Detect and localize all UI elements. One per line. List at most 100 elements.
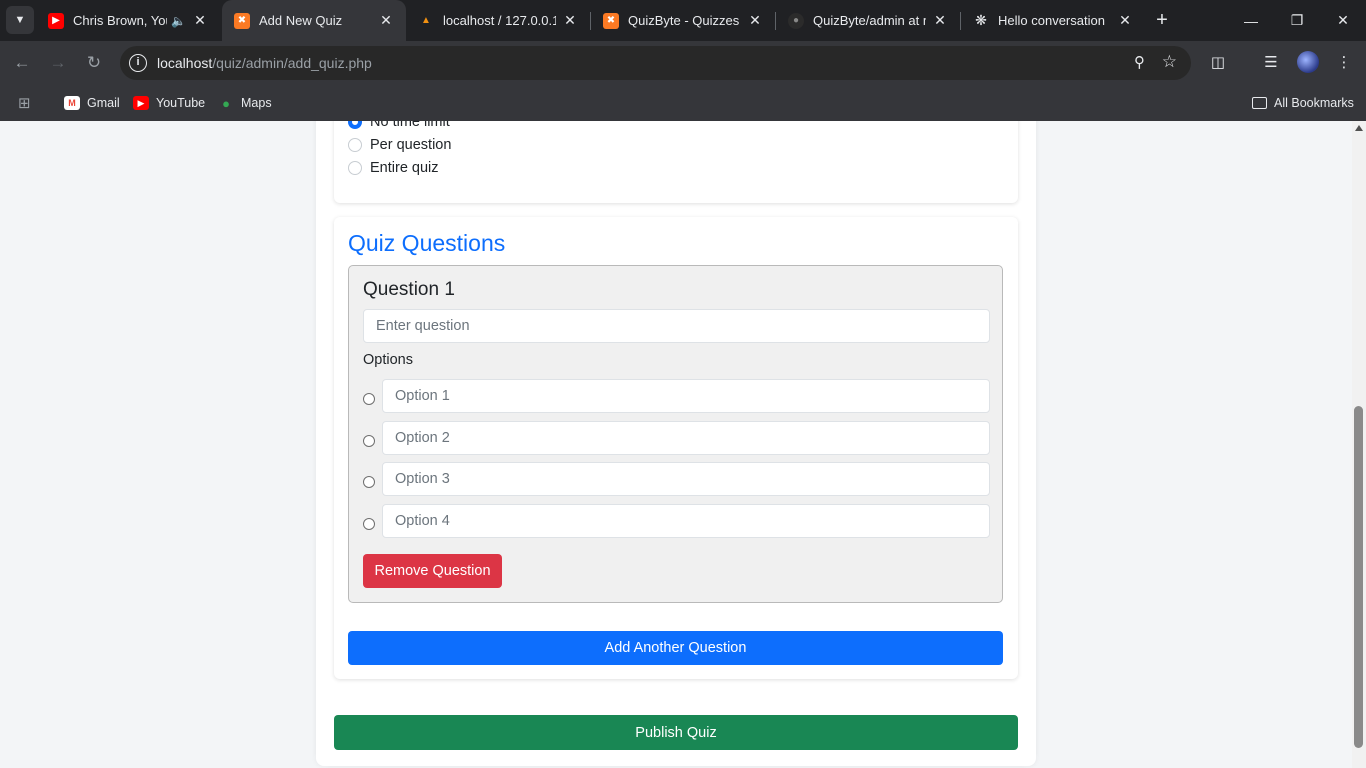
option-placeholder: Option 1 [395,388,450,404]
maps-icon: ● [222,95,230,111]
minimize-button[interactable]: — [1228,0,1274,41]
minimize-icon: — [1244,12,1258,29]
reload-button[interactable]: ↻ [82,51,106,75]
all-bookmarks-label: All Bookmarks [1274,96,1354,110]
radio-no-time-limit[interactable]: No time limit [348,121,450,130]
forward-button[interactable]: → [46,51,70,75]
radio-button[interactable] [348,138,362,152]
tab-title: Chris Brown, Your [73,13,168,28]
time-limit-card: No time limit Per question Entire quiz [334,121,1018,203]
extensions-icon[interactable]: ◫ [1206,51,1230,75]
radio-label: Per question [370,137,452,153]
phpmyadmin-icon: ▲ [421,15,431,26]
site-info-icon[interactable]: i [129,54,147,72]
radio-label: No time limit [370,121,450,130]
bookmark-label: Gmail [87,96,120,110]
bookmark-star-icon[interactable]: ☆ [1162,52,1177,72]
option-placeholder: Option 2 [395,430,450,446]
question-input[interactable]: Enter question [363,309,990,343]
restore-button[interactable]: ❐ [1274,0,1320,41]
back-button[interactable]: ← [10,51,34,75]
bookmark-gmail[interactable]: M Gmail [64,93,120,113]
tab-github[interactable]: ● QuizByte/admin at m ✕ [776,0,960,41]
publish-quiz-button[interactable]: Publish Quiz [334,715,1018,750]
youtube-icon: ▶ [48,12,64,29]
option-3-radio[interactable] [363,476,375,488]
folder-icon [1252,97,1267,109]
tab-chatgpt[interactable]: ❋ Hello conversation ✕ [961,0,1145,41]
close-window-button[interactable]: ✕ [1320,0,1366,41]
address-bar[interactable]: i localhost/quiz/admin/add_quiz.php ⚲ ☆ [120,46,1191,80]
close-tab-icon[interactable]: ✕ [192,12,208,29]
option-placeholder: Option 4 [395,513,450,529]
close-tab-icon[interactable]: ✕ [378,12,394,29]
tab-strip: ▼ ▶ Chris Brown, Your 🔈 ✕ ✖ Add New Quiz… [0,0,1366,41]
tab-title: Hello conversation [998,13,1105,28]
chatgpt-icon: ❋ [975,12,987,28]
zoom-icon[interactable]: ⚲ [1134,53,1145,71]
page-scrollbar[interactable] [1352,121,1366,768]
radio-button[interactable] [348,161,362,175]
gmail-icon: M [64,96,80,110]
bookmark-label: Maps [241,96,272,110]
quiz-questions-card: Quiz Questions Question 1 Enter question… [334,217,1018,679]
restore-icon: ❐ [1290,12,1304,28]
close-tab-icon[interactable]: ✕ [747,12,763,29]
bookmark-maps[interactable]: ● Maps [218,93,272,113]
page-viewport: No time limit Per question Entire quiz Q… [0,121,1352,768]
xampp-icon: ✖ [603,12,619,29]
option-2-input[interactable]: Option 2 [382,421,990,455]
reload-icon: ↻ [86,53,102,72]
quiz-form-container: No time limit Per question Entire quiz Q… [316,121,1036,766]
close-tab-icon[interactable]: ✕ [562,12,578,29]
tab-title: localhost / 127.0.0.1 / [443,13,556,28]
question-block: Question 1 Enter question Options Option… [348,265,1003,603]
scroll-up-arrow-icon[interactable] [1355,125,1363,131]
media-control-icon[interactable]: ☰ [1259,51,1283,75]
tab-add-new-quiz[interactable]: ✖ Add New Quiz ✕ [222,0,406,41]
option-1-radio[interactable] [363,393,375,405]
remove-question-button[interactable]: Remove Question [363,554,502,588]
profile-avatar[interactable] [1297,51,1319,73]
url-text[interactable]: localhost/quiz/admin/add_quiz.php [157,55,372,71]
radio-per-question[interactable]: Per question [348,137,451,153]
option-1-input[interactable]: Option 1 [382,379,990,413]
all-bookmarks-button[interactable]: All Bookmarks [1252,93,1354,113]
speaker-icon[interactable]: 🔈 [171,14,186,28]
plus-icon: + [1156,9,1168,31]
option-4-input[interactable]: Option 4 [382,504,990,538]
section-title: Quiz Questions [348,230,506,256]
new-tab-button[interactable]: + [1150,8,1174,32]
github-icon: ● [788,12,804,29]
radio-entire-quiz[interactable]: Entire quiz [348,160,439,176]
close-tab-icon[interactable]: ✕ [932,12,948,29]
option-3-input[interactable]: Option 3 [382,462,990,496]
close-tab-icon[interactable]: ✕ [1117,12,1133,29]
apps-icon[interactable]: ⊞ [18,93,31,113]
tab-quizbyte-quizzes[interactable]: ✖ QuizByte - Quizzes ✕ [591,0,775,41]
youtube-icon: ▶ [133,96,149,110]
scrollbar-thumb[interactable] [1354,406,1363,748]
tab-title: QuizByte - Quizzes [628,13,740,28]
option-4-radio[interactable] [363,518,375,530]
browser-toolbar: ← → ↻ i localhost/quiz/admin/add_quiz.ph… [0,41,1366,85]
tab-search-button[interactable]: ▼ [6,6,34,34]
bookmarks-bar: ⊞ M Gmail ▶ YouTube ● Maps All Bookmarks [0,85,1366,121]
bookmark-youtube[interactable]: ▶ YouTube [133,93,205,113]
tab-phpmyadmin[interactable]: ▲ localhost / 127.0.0.1 / ✕ [406,0,590,41]
chevron-down-icon: ▼ [14,14,26,26]
option-placeholder: Option 3 [395,471,450,487]
add-question-button[interactable]: Add Another Question [348,631,1003,665]
xampp-icon: ✖ [234,12,250,29]
forward-arrow-icon: → [49,53,67,72]
question-title: Question 1 [363,279,455,300]
tab-youtube[interactable]: ▶ Chris Brown, Your 🔈 ✕ [36,0,220,41]
back-arrow-icon: ← [13,53,31,72]
menu-icon[interactable]: ⋮ [1332,51,1356,75]
option-2-radio[interactable] [363,435,375,447]
url-host: localhost [157,55,213,71]
question-placeholder: Enter question [376,318,470,334]
close-icon: ✕ [1337,12,1349,28]
radio-button[interactable] [348,121,362,129]
tab-title: QuizByte/admin at m [813,13,926,28]
